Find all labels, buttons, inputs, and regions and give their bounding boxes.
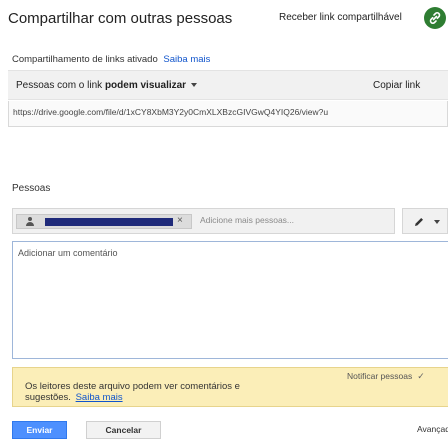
user-chip: × <box>16 214 192 229</box>
people-input-row: × <box>12 208 395 234</box>
notify-people-label: Notificar pessoas <box>347 371 413 381</box>
notice-learn-more-link[interactable]: Saiba mais <box>76 392 123 403</box>
link-sharing-status: Compartilhamento de links ativado Saiba … <box>12 54 210 65</box>
copy-link-button[interactable]: Copiar link <box>373 80 420 91</box>
add-people-input[interactable] <box>200 215 390 225</box>
pencil-icon <box>413 216 425 231</box>
learn-more-link[interactable]: Saiba mais <box>163 54 210 65</box>
chevron-down-icon <box>191 83 198 88</box>
link-access-row: Pessoas com o link podem visualizar Copi… <box>8 70 448 100</box>
advanced-link[interactable]: Avançado <box>417 424 448 434</box>
notice-message: Os leitores deste arquivo podem ver come… <box>25 381 240 403</box>
access-prefix: Pessoas com o link <box>16 80 105 91</box>
link-icon[interactable] <box>424 7 446 29</box>
get-shareable-link-toggle[interactable]: Receber link compartilhável <box>279 12 402 23</box>
link-access-dropdown[interactable]: Pessoas com o link podem visualizar <box>16 80 198 91</box>
access-level: podem visualizar <box>104 80 187 91</box>
person-icon <box>25 217 35 227</box>
share-url-field[interactable]: https://drive.google.com/file/d/1xCY8XbM… <box>8 101 448 127</box>
notify-people-checkbox[interactable]: Notificar pessoas ✓ <box>347 371 425 382</box>
comment-input[interactable] <box>13 242 448 358</box>
dialog-title: Compartilhar com outras pessoas <box>8 10 233 27</box>
comment-box <box>12 241 448 359</box>
remove-user-button[interactable]: × <box>177 215 183 226</box>
cancel-button[interactable]: Cancelar <box>86 421 161 439</box>
people-heading: Pessoas <box>12 183 51 194</box>
user-chip-name-redacted <box>45 218 173 226</box>
notice-text: Os leitores deste arquivo podem ver come… <box>25 381 245 403</box>
checkmark-icon: ✓ <box>417 371 425 381</box>
permission-dropdown-button[interactable] <box>402 208 448 234</box>
chevron-down-icon <box>434 220 440 224</box>
viewer-comments-notice: Os leitores deste arquivo podem ver come… <box>12 367 448 407</box>
send-button[interactable]: Enviar <box>12 421 67 439</box>
link-sharing-status-text: Compartilhamento de links ativado <box>12 54 158 65</box>
